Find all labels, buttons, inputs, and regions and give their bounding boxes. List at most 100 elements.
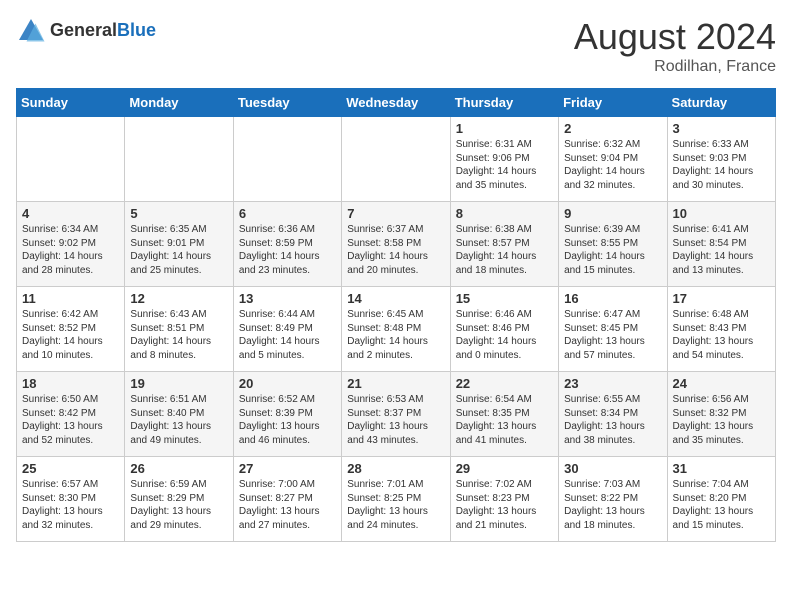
day-number: 3 (673, 121, 770, 136)
logo-blue: Blue (117, 21, 156, 41)
calendar-cell: 26 Sunrise: 6:59 AM Sunset: 8:29 PM Dayli… (125, 457, 233, 542)
calendar-cell: 21 Sunrise: 6:53 AM Sunset: 8:37 PM Dayli… (342, 372, 450, 457)
calendar-cell: 19Sunrise: 6:51 AM Sunset: 8:40 PM Dayli… (125, 372, 233, 457)
day-content: Sunrise: 6:31 AM Sunset: 9:06 PM Dayligh… (456, 138, 553, 192)
logo-icon (16, 16, 46, 46)
day-number: 25 (22, 461, 119, 476)
day-content: Sunrise: 6:57 AM Sunset: 8:30 PM Dayligh… (22, 478, 119, 532)
day-content: Sunrise: 6:39 AM Sunset: 8:55 PM Dayligh… (564, 223, 661, 277)
day-content: Sunrise: 6:53 AM Sunset: 8:37 PM Dayligh… (347, 393, 444, 447)
day-number: 6 (239, 206, 336, 221)
calendar-cell: 9Sunrise: 6:39 AM Sunset: 8:55 PM Daylig… (559, 202, 667, 287)
calendar-cell: 14 Sunrise: 6:45 AM Sunset: 8:48 PM Dayli… (342, 287, 450, 372)
calendar-cell: 10Sunrise: 6:41 AM Sunset: 8:54 PM Dayli… (667, 202, 775, 287)
day-number: 23 (564, 376, 661, 391)
calendar-cell: 23 Sunrise: 6:55 AM Sunset: 8:34 PM Dayli… (559, 372, 667, 457)
calendar-cell: 5Sunrise: 6:35 AM Sunset: 9:01 PM Daylig… (125, 202, 233, 287)
calendar-cell (233, 117, 341, 202)
day-number: 19 (130, 376, 227, 391)
calendar-cell: 4 Sunrise: 6:34 AM Sunset: 9:02 PM Daylig… (17, 202, 125, 287)
day-number: 22 (456, 376, 553, 391)
calendar-cell: 3 Sunrise: 6:33 AM Sunset: 9:03 PM Daylig… (667, 117, 775, 202)
day-number: 29 (456, 461, 553, 476)
calendar-cell (342, 117, 450, 202)
calendar-cell: 31 Sunrise: 7:04 AM Sunset: 8:20 PM Dayli… (667, 457, 775, 542)
day-number: 21 (347, 376, 444, 391)
day-content: Sunrise: 6:38 AM Sunset: 8:57 PM Dayligh… (456, 223, 553, 277)
calendar-table: SundayMondayTuesdayWednesdayThursdayFrid… (16, 88, 776, 542)
day-content: Sunrise: 6:42 AM Sunset: 8:52 PM Dayligh… (22, 308, 119, 362)
calendar-cell: 11 Sunrise: 6:42 AM Sunset: 8:52 PM Dayli… (17, 287, 125, 372)
days-header-row: SundayMondayTuesdayWednesdayThursdayFrid… (17, 89, 776, 117)
calendar-cell (125, 117, 233, 202)
day-content: Sunrise: 6:56 AM Sunset: 8:32 PM Dayligh… (673, 393, 770, 447)
day-number: 16 (564, 291, 661, 306)
day-header-friday: Friday (559, 89, 667, 117)
page-header: GeneralBlue August 2024 Rodilhan, France (16, 16, 776, 76)
day-content: Sunrise: 7:00 AM Sunset: 8:27 PM Dayligh… (239, 478, 336, 532)
day-number: 31 (673, 461, 770, 476)
day-number: 28 (347, 461, 444, 476)
day-number: 11 (22, 291, 119, 306)
calendar-cell: 7Sunrise: 6:37 AM Sunset: 8:58 PM Daylig… (342, 202, 450, 287)
day-content: Sunrise: 6:46 AM Sunset: 8:46 PM Dayligh… (456, 308, 553, 362)
calendar-cell: 1 Sunrise: 6:31 AM Sunset: 9:06 PM Daylig… (450, 117, 558, 202)
day-content: Sunrise: 6:45 AM Sunset: 8:48 PM Dayligh… (347, 308, 444, 362)
day-number: 5 (130, 206, 227, 221)
day-number: 14 (347, 291, 444, 306)
day-content: Sunrise: 6:44 AM Sunset: 8:49 PM Dayligh… (239, 308, 336, 362)
day-content: Sunrise: 6:55 AM Sunset: 8:34 PM Dayligh… (564, 393, 661, 447)
day-number: 20 (239, 376, 336, 391)
day-content: Sunrise: 7:03 AM Sunset: 8:22 PM Dayligh… (564, 478, 661, 532)
day-number: 24 (673, 376, 770, 391)
day-content: Sunrise: 6:47 AM Sunset: 8:45 PM Dayligh… (564, 308, 661, 362)
day-content: Sunrise: 6:50 AM Sunset: 8:42 PM Dayligh… (22, 393, 119, 447)
calendar-week-3: 11 Sunrise: 6:42 AM Sunset: 8:52 PM Dayli… (17, 287, 776, 372)
day-content: Sunrise: 6:33 AM Sunset: 9:03 PM Dayligh… (673, 138, 770, 192)
day-content: Sunrise: 6:48 AM Sunset: 8:43 PM Dayligh… (673, 308, 770, 362)
day-number: 13 (239, 291, 336, 306)
logo: GeneralBlue (16, 16, 156, 46)
day-content: Sunrise: 6:52 AM Sunset: 8:39 PM Dayligh… (239, 393, 336, 447)
calendar-week-5: 25 Sunrise: 6:57 AM Sunset: 8:30 PM Dayli… (17, 457, 776, 542)
day-content: Sunrise: 6:34 AM Sunset: 9:02 PM Dayligh… (22, 223, 119, 277)
calendar-cell: 15Sunrise: 6:46 AM Sunset: 8:46 PM Dayli… (450, 287, 558, 372)
day-number: 27 (239, 461, 336, 476)
day-content: Sunrise: 7:01 AM Sunset: 8:25 PM Dayligh… (347, 478, 444, 532)
calendar-cell: 30 Sunrise: 7:03 AM Sunset: 8:22 PM Dayli… (559, 457, 667, 542)
calendar-cell (17, 117, 125, 202)
calendar-week-4: 18Sunrise: 6:50 AM Sunset: 8:42 PM Dayli… (17, 372, 776, 457)
logo-general: General (50, 21, 117, 41)
day-content: Sunrise: 6:36 AM Sunset: 8:59 PM Dayligh… (239, 223, 336, 277)
day-number: 10 (673, 206, 770, 221)
calendar-cell: 22Sunrise: 6:54 AM Sunset: 8:35 PM Dayli… (450, 372, 558, 457)
day-content: Sunrise: 7:04 AM Sunset: 8:20 PM Dayligh… (673, 478, 770, 532)
day-number: 4 (22, 206, 119, 221)
day-content: Sunrise: 6:32 AM Sunset: 9:04 PM Dayligh… (564, 138, 661, 192)
day-header-wednesday: Wednesday (342, 89, 450, 117)
day-header-monday: Monday (125, 89, 233, 117)
day-header-tuesday: Tuesday (233, 89, 341, 117)
day-header-sunday: Sunday (17, 89, 125, 117)
day-header-saturday: Saturday (667, 89, 775, 117)
calendar-cell: 6 Sunrise: 6:36 AM Sunset: 8:59 PM Daylig… (233, 202, 341, 287)
day-number: 17 (673, 291, 770, 306)
title-block: August 2024 Rodilhan, France (574, 16, 776, 76)
calendar-cell: 29Sunrise: 7:02 AM Sunset: 8:23 PM Dayli… (450, 457, 558, 542)
day-content: Sunrise: 6:59 AM Sunset: 8:29 PM Dayligh… (130, 478, 227, 532)
calendar-cell: 27 Sunrise: 7:00 AM Sunset: 8:27 PM Dayli… (233, 457, 341, 542)
day-number: 1 (456, 121, 553, 136)
day-number: 26 (130, 461, 227, 476)
day-number: 7 (347, 206, 444, 221)
day-number: 30 (564, 461, 661, 476)
day-content: Sunrise: 6:43 AM Sunset: 8:51 PM Dayligh… (130, 308, 227, 362)
calendar-cell: 13 Sunrise: 6:44 AM Sunset: 8:49 PM Dayli… (233, 287, 341, 372)
calendar-cell: 12 Sunrise: 6:43 AM Sunset: 8:51 PM Dayli… (125, 287, 233, 372)
logo-text: GeneralBlue (50, 21, 156, 41)
day-number: 2 (564, 121, 661, 136)
calendar-cell: 17 Sunrise: 6:48 AM Sunset: 8:43 PM Dayli… (667, 287, 775, 372)
calendar-cell: 8Sunrise: 6:38 AM Sunset: 8:57 PM Daylig… (450, 202, 558, 287)
calendar-week-2: 4 Sunrise: 6:34 AM Sunset: 9:02 PM Daylig… (17, 202, 776, 287)
day-number: 12 (130, 291, 227, 306)
calendar-cell: 16 Sunrise: 6:47 AM Sunset: 8:45 PM Dayli… (559, 287, 667, 372)
